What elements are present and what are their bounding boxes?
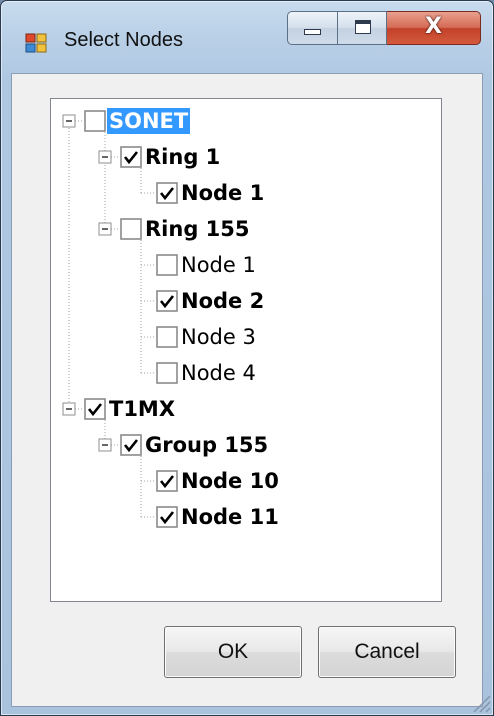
collapse-toggle-icon[interactable]	[98, 150, 112, 164]
checkbox-checked[interactable]	[120, 146, 142, 168]
tree-node-label[interactable]: Node 11	[179, 504, 281, 530]
cancel-button[interactable]: Cancel	[318, 626, 456, 678]
close-button[interactable]: X	[387, 11, 481, 45]
node-tree-view[interactable]: SONET Ring 1 Node 1 Ring 155 Node 1 Node 2 Nod…	[50, 98, 442, 602]
ok-button[interactable]: OK	[164, 626, 302, 678]
resize-grip-icon[interactable]	[469, 691, 491, 713]
checkbox-checked[interactable]	[84, 398, 106, 420]
minimize-button[interactable]	[287, 11, 337, 45]
tree-node-label[interactable]: Group 155	[143, 432, 270, 458]
checkbox-checked[interactable]	[156, 290, 178, 312]
window-title: Select Nodes	[64, 29, 183, 51]
checkbox-unchecked[interactable]	[84, 110, 106, 132]
tree-node-label[interactable]: Node 4	[179, 360, 258, 386]
select-nodes-dialog: Select Nodes X SONET Ring 1 Node 1 Ring 155…	[0, 0, 494, 716]
collapse-toggle-icon[interactable]	[98, 438, 112, 452]
maximize-icon	[355, 20, 371, 34]
dialog-client-area: SONET Ring 1 Node 1 Ring 155 Node 1 Node 2 Nod…	[11, 73, 483, 707]
checkbox-unchecked[interactable]	[156, 362, 178, 384]
tree-node-label[interactable]: SONET	[107, 108, 191, 134]
tree-node-label[interactable]: Node 1	[179, 180, 266, 206]
tree-node-label[interactable]: Node 2	[179, 288, 266, 314]
checkbox-unchecked[interactable]	[156, 326, 178, 348]
checkbox-checked[interactable]	[120, 434, 142, 456]
checkbox-checked[interactable]	[156, 470, 178, 492]
minimize-icon	[304, 29, 321, 35]
checkbox-checked[interactable]	[156, 182, 178, 204]
tree-node-label[interactable]: Node 3	[179, 324, 258, 350]
caption-buttons: X	[287, 11, 481, 47]
tree-node-label[interactable]: Node 10	[179, 468, 281, 494]
collapse-toggle-icon[interactable]	[62, 402, 76, 416]
title-bar[interactable]: Select Nodes X	[1, 1, 493, 73]
window-app-icon	[25, 33, 47, 53]
maximize-button[interactable]	[337, 11, 387, 45]
collapse-toggle-icon[interactable]	[62, 114, 76, 128]
checkbox-checked[interactable]	[156, 506, 178, 528]
collapse-toggle-icon[interactable]	[98, 222, 112, 236]
tree-node-label[interactable]: Node 1	[179, 252, 258, 278]
close-icon: X	[425, 14, 442, 39]
checkbox-unchecked[interactable]	[156, 254, 178, 276]
tree-node-label[interactable]: Ring 1	[143, 144, 222, 170]
tree-node-label[interactable]: Ring 155	[143, 216, 252, 242]
tree-node-label[interactable]: T1MX	[107, 396, 177, 422]
checkbox-unchecked[interactable]	[120, 218, 142, 240]
